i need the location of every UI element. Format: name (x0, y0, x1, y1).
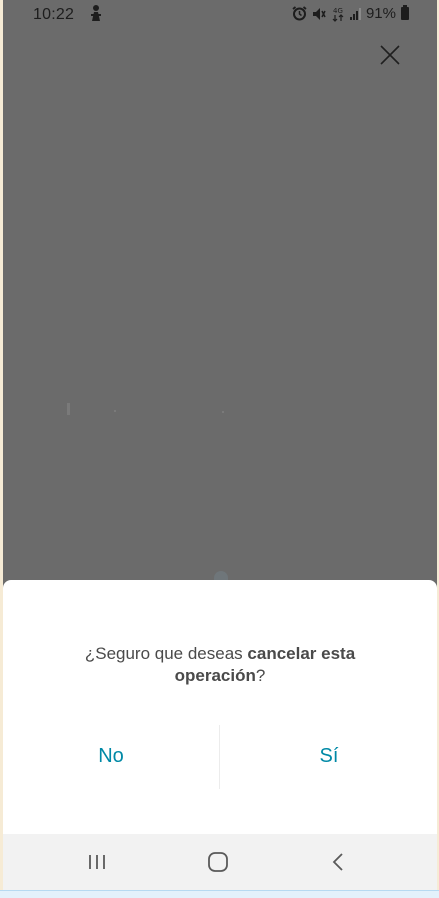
home-icon[interactable] (205, 850, 231, 874)
notification-icon (91, 5, 101, 21)
dialog-message: ¿Seguro que deseas cancelar esta operaci… (43, 643, 397, 687)
button-divider (219, 725, 220, 789)
status-bar: 10:22 4G 91% (3, 0, 437, 30)
background-content-mark (114, 410, 116, 412)
alarm-icon (292, 6, 307, 21)
background-content-mark (67, 403, 70, 415)
no-button[interactable]: No (3, 725, 219, 787)
yes-button[interactable]: Sí (221, 725, 437, 787)
status-icons: 4G 91% (292, 5, 409, 22)
dialog-message-prefix: ¿Seguro que deseas (84, 644, 248, 663)
app-screen: 10:22 4G 91% ¿Seguro que deseas cancelar… (3, 0, 437, 890)
4g-icon: 4G (332, 7, 344, 22)
dialog-message-suffix: ? (255, 666, 266, 685)
battery-percent: 91% (365, 5, 396, 22)
background-content-mark (222, 411, 224, 413)
recent-apps-icon[interactable] (84, 850, 110, 874)
close-icon[interactable] (378, 43, 402, 67)
back-icon[interactable] (326, 850, 352, 874)
battery-icon (401, 5, 409, 20)
mute-icon (312, 7, 326, 20)
signal-icon (349, 7, 361, 20)
navigation-bar (3, 834, 437, 890)
background-content-mark (214, 571, 228, 580)
confirm-dialog: ¿Seguro que deseas cancelar esta operaci… (3, 580, 437, 834)
status-time: 10:22 (33, 6, 75, 23)
svg-text:4G: 4G (333, 7, 343, 15)
